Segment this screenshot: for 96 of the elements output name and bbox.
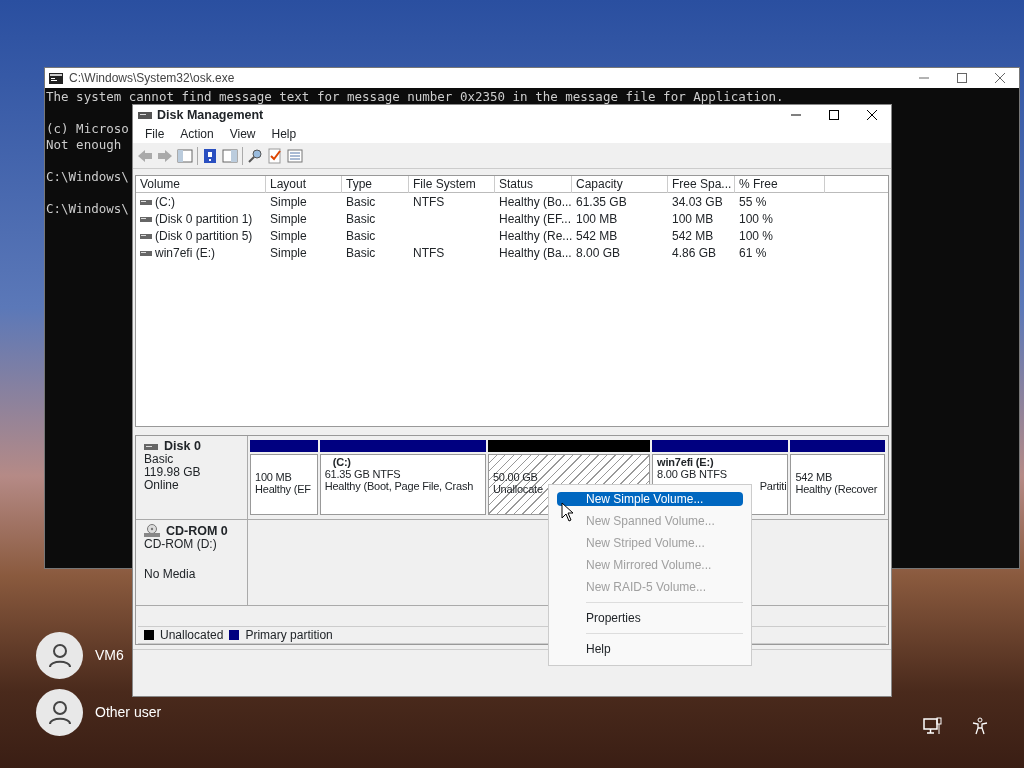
partition-title: (C:) bbox=[332, 456, 351, 468]
column-header[interactable]: Layout bbox=[266, 175, 342, 193]
table-cell: 55 % bbox=[739, 194, 767, 209]
table-cell: 61.35 GB bbox=[576, 194, 627, 209]
disk-name: Disk 0 bbox=[164, 440, 201, 453]
partition-size: 61.35 GB NTFS bbox=[324, 468, 401, 480]
table-cell-text: (C:) bbox=[155, 193, 175, 211]
close-icon bbox=[995, 73, 1005, 83]
partition-block[interactable]: (C:) 61.35 GB NTFS Healthy (Boot, Page File, Crash bbox=[319, 454, 486, 515]
accessibility-icon[interactable] bbox=[972, 717, 988, 735]
network-icon[interactable] bbox=[923, 717, 943, 735]
column-header[interactable]: File System bbox=[409, 175, 495, 193]
drive-icon bbox=[140, 231, 152, 240]
console-line: The system cannot find message text for message number 0x2350 in the message file for Application. bbox=[46, 89, 784, 105]
column-header[interactable]: Capacity bbox=[572, 175, 668, 193]
table-cell: Basic bbox=[346, 228, 376, 243]
partition-status: Partiti bbox=[759, 480, 787, 492]
maximize-icon bbox=[829, 110, 839, 120]
table-cell: 8.00 GB bbox=[576, 245, 621, 260]
disk-type: CD-ROM (D:) bbox=[144, 538, 218, 551]
console-line: C:\Windows\ bbox=[46, 201, 129, 217]
column-header[interactable]: Free Spa... bbox=[668, 175, 735, 193]
drive-icon bbox=[140, 248, 152, 257]
menu-item[interactable]: File bbox=[137, 125, 173, 143]
table-cell: Simple bbox=[270, 211, 307, 226]
partition-block[interactable]: 100 MB Healthy (EF bbox=[250, 454, 318, 515]
person-icon bbox=[48, 643, 71, 668]
console-line: (c) Microso bbox=[46, 121, 129, 137]
legend-label: Unallocated bbox=[160, 627, 224, 644]
partition-size: 8.00 GB NTFS bbox=[657, 468, 727, 480]
table-cell: NTFS bbox=[413, 194, 445, 209]
checklist-icon[interactable] bbox=[267, 147, 283, 164]
disk-status: Online bbox=[144, 479, 180, 492]
partition-status: Healthy (Recover bbox=[795, 483, 878, 495]
table-cell: Basic bbox=[346, 211, 376, 226]
table-cell: Simple bbox=[270, 194, 307, 209]
column-header[interactable]: Type bbox=[342, 175, 409, 193]
console-icon bbox=[49, 72, 63, 84]
legend-label: Primary partition bbox=[245, 627, 333, 644]
table-cell: 100 % bbox=[739, 228, 774, 243]
table-cell: Simple bbox=[270, 228, 307, 243]
disk-type: Basic bbox=[144, 453, 175, 466]
menu-item[interactable]: Help bbox=[263, 125, 305, 143]
window-title: Disk Management bbox=[157, 106, 264, 124]
table-cell: Healthy (Bo... bbox=[499, 194, 572, 209]
table-cell: 4.86 GB bbox=[672, 245, 717, 260]
drive-icon bbox=[140, 197, 152, 206]
disk-size: 119.98 GB bbox=[144, 466, 202, 479]
window-title: C:\Windows\System32\osk.exe bbox=[69, 70, 235, 87]
column-header[interactable]: % Free bbox=[735, 175, 825, 193]
partition-status: Healthy (EF bbox=[255, 483, 311, 495]
menu-item[interactable]: View bbox=[221, 125, 264, 143]
partition-size: 542 MB bbox=[795, 471, 833, 483]
pointer-icon bbox=[561, 502, 574, 522]
console-line: Not enough bbox=[46, 137, 122, 153]
table-cell: 61 % bbox=[739, 245, 767, 260]
table-cell-text: (Disk 0 partition 1) bbox=[155, 210, 253, 228]
table-cell: Healthy (Ba... bbox=[499, 245, 572, 260]
table-cell: 100 % bbox=[739, 211, 774, 226]
maximize-icon bbox=[957, 73, 967, 83]
table-cell: 542 MB bbox=[672, 228, 714, 243]
partition-size: 50.00 GB bbox=[492, 471, 538, 483]
partition-status: Healthy (Boot, Page File, Crash bbox=[324, 480, 474, 492]
menu-item[interactable]: New Simple Volume... bbox=[557, 492, 743, 506]
partition-block[interactable]: 542 MB Healthy (Recover bbox=[790, 454, 885, 515]
partition-title: win7efi (E:) bbox=[657, 456, 714, 468]
magnifier-icon[interactable] bbox=[247, 147, 263, 164]
drive-icon bbox=[140, 214, 152, 223]
disk-status: No Media bbox=[144, 568, 197, 581]
person-icon bbox=[48, 700, 71, 725]
column-header[interactable]: Volume bbox=[136, 175, 266, 193]
table-cell: Healthy (Re... bbox=[499, 228, 572, 243]
user-name[interactable]: VM6 bbox=[95, 645, 124, 666]
help-icon[interactable] bbox=[202, 147, 218, 164]
table-cell: NTFS bbox=[413, 245, 445, 260]
table-cell: Basic bbox=[346, 245, 376, 260]
menu-item[interactable]: Properties bbox=[557, 607, 743, 629]
table-cell-text: win7efi (E:) bbox=[155, 244, 216, 262]
table-cell: 100 MB bbox=[576, 211, 618, 226]
table-cell: 34.03 GB bbox=[672, 194, 723, 209]
console-line: C:\Windows\ bbox=[46, 169, 129, 185]
menu-item[interactable]: Action bbox=[172, 125, 222, 143]
partition-size: 100 MB bbox=[255, 471, 292, 483]
partition-status: Unallocate bbox=[492, 483, 543, 495]
column-header[interactable]: Status bbox=[495, 175, 572, 193]
table-cell-text: (Disk 0 partition 5) bbox=[155, 227, 253, 245]
table-cell: Simple bbox=[270, 245, 307, 260]
cd-drive-icon bbox=[144, 524, 160, 538]
menu-item[interactable]: Help bbox=[557, 638, 743, 660]
close-icon bbox=[867, 110, 877, 120]
table-cell: Healthy (EF... bbox=[499, 211, 572, 226]
table-cell: Basic bbox=[346, 194, 376, 209]
user-name[interactable]: Other user bbox=[95, 702, 162, 723]
disk-name: CD-ROM 0 bbox=[166, 524, 228, 538]
table-cell: 100 MB bbox=[672, 211, 714, 226]
table-cell: 542 MB bbox=[576, 228, 618, 243]
